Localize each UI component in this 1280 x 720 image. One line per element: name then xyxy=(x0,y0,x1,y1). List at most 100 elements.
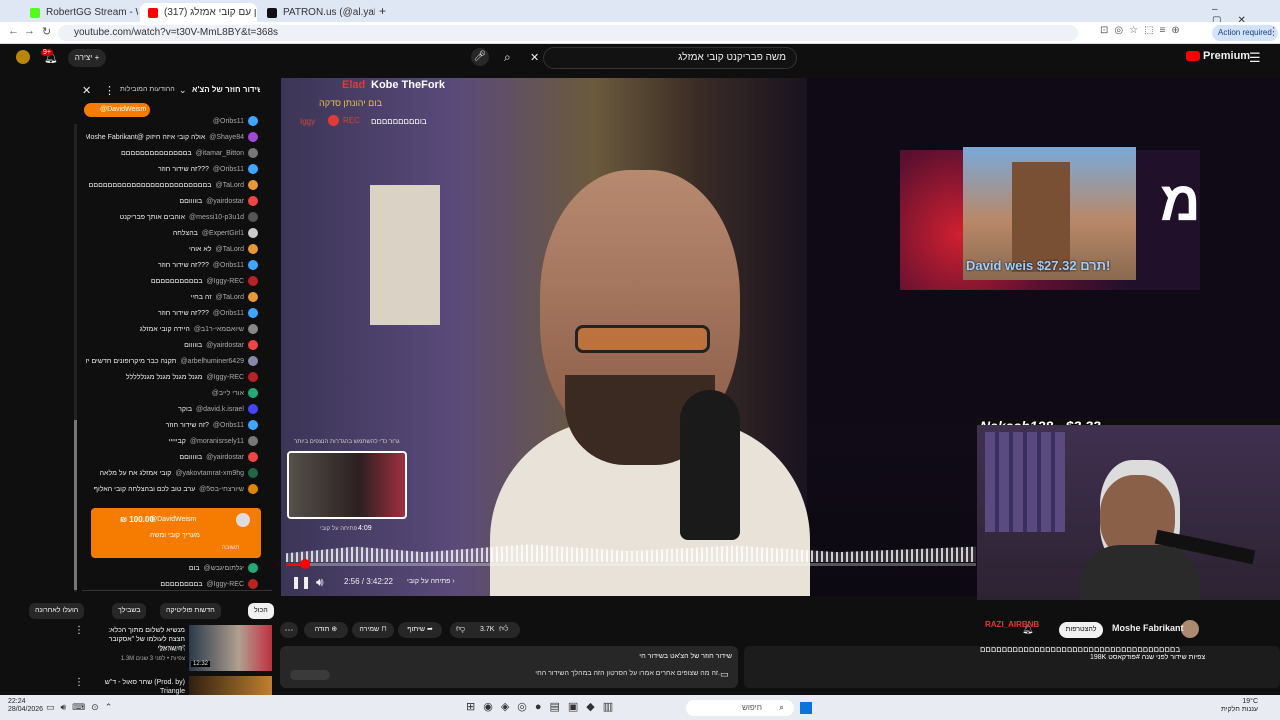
chat-message[interactable]: Moshe Fabrikant@ אולה קובי איזה חיזוק @Sh… xyxy=(86,132,258,142)
chat-username[interactable]: @TaLord xyxy=(215,294,244,301)
chat-username[interactable]: @TaLord xyxy=(215,182,244,189)
more-icon[interactable]: ⋮ xyxy=(74,677,84,688)
hamburger-icon[interactable]: ☰ xyxy=(1249,50,1261,66)
chat-message[interactable]: היידה קובי אמזלג @שיואםמאי-ר1ב xyxy=(86,324,258,334)
weather[interactable]: 19°C עננות חלקית xyxy=(1218,698,1258,714)
chat-message[interactable]: בםםםםםםםםםם @Iggy-REC xyxy=(86,276,258,286)
rec1-channel[interactable]: חדשות 13 xyxy=(90,647,185,653)
subscribe-button[interactable]: להצטרפות xyxy=(1059,622,1103,638)
search-input[interactable]: משה פבריקנט קובי אמזלג xyxy=(543,47,797,69)
browser-tab-active[interactable]: (317) הראיון עם קובי אמזלג✕ xyxy=(140,3,257,22)
chat-username[interactable]: @Oribs11 xyxy=(213,166,244,173)
filter-chip[interactable]: חדשות פוליטיקה xyxy=(160,603,221,619)
progress-scrubber[interactable] xyxy=(300,559,310,569)
chat-username[interactable]: @Oribs11 xyxy=(213,118,244,125)
chat-username[interactable]: @TaLord xyxy=(215,246,244,253)
chevron-down-icon[interactable]: ⌄ xyxy=(179,85,187,96)
search-icon[interactable]: ⌕ xyxy=(504,50,511,65)
tray-icons[interactable]: ▭🔊︎⌨⊙⌃ xyxy=(46,702,118,713)
chat-message[interactable]: בםםםםםםםםםםםםםם @itamar_Bitton xyxy=(86,148,258,158)
thanks-button[interactable]: תודה ⊕ xyxy=(304,622,348,638)
browser-tab[interactable]: RobertGG Stream - Watch Live✕ xyxy=(22,3,138,22)
chat-message[interactable]: בםםםםםםםםםםםםםםםםםםםםםםםםם @TaLord xyxy=(86,180,258,190)
chapter-title[interactable]: פתיחה על קובי › xyxy=(407,578,455,585)
youtube-logo-icon[interactable] xyxy=(1186,51,1200,61)
pinned-apps[interactable]: ⊞◉◈◎●▤▣◆▥ xyxy=(466,700,621,713)
pinned-user-badge[interactable]: @DavidWeism xyxy=(84,103,150,117)
like-icon[interactable]: 👍︎ xyxy=(499,623,508,634)
chat-username[interactable]: @שיואםמאי-ר1ב xyxy=(194,326,244,333)
chat-replay-pill[interactable] xyxy=(290,670,330,680)
chat-message[interactable]: בווווום @yairdostar xyxy=(86,340,258,350)
save-button[interactable]: שמירה ⊓ xyxy=(352,622,394,638)
chat-username[interactable]: @yairdostar xyxy=(206,454,244,461)
more-icon[interactable]: ⋮ xyxy=(74,625,84,636)
chat-message[interactable]: זה שידור חוזר? @Oribs11 xyxy=(86,420,258,430)
chat-mode[interactable]: ההודעות המובילות xyxy=(120,86,175,93)
chat-message[interactable]: @Oribs11 xyxy=(86,116,258,126)
more-icon[interactable]: ⋮ xyxy=(104,84,115,97)
rec2-title[interactable]: שחר סאול - ד"ש (Prod. by) Triangle xyxy=(90,678,185,696)
avatar[interactable] xyxy=(16,50,30,64)
chat-message[interactable]: קבייייי @moranisrsely11 xyxy=(86,436,258,446)
chat-message[interactable]: בהצלחה @ExpertGirl1 xyxy=(86,228,258,238)
url-field[interactable]: youtube.com/watch?v=t30V-MmL8BY&t=368s xyxy=(58,25,1078,41)
chat-username[interactable]: @yairdostar xyxy=(206,342,244,349)
chat-message[interactable]: @אורי לייב xyxy=(86,388,258,398)
extension-icons[interactable]: ⊡◎☆⬚≡⊕ xyxy=(1100,25,1186,36)
chat-username[interactable]: @Oribs11 xyxy=(213,310,244,317)
chat-username[interactable]: @Iggy-REC xyxy=(207,374,244,381)
chat-message[interactable]: זה שידור חוזר??? @Oribs11 xyxy=(86,308,258,318)
channel-name[interactable]: Moshe Fabrikant xyxy=(1112,623,1184,633)
chat-message[interactable]: תקנה כבר מיקרופונים חדשים יזנות @arbelhum… xyxy=(86,356,258,366)
chat-message[interactable]: אוהבים אותך פבריקנט @messi10-p3u1d xyxy=(86,212,258,222)
filter-chip[interactable]: הועלו לאחרונה xyxy=(29,603,85,619)
chat-message[interactable]: לא אוהי @TaLord xyxy=(86,244,258,254)
chat-message[interactable]: בום @יגלתוםיגבש xyxy=(86,563,258,573)
pause-icon[interactable]: ❚❚ xyxy=(291,575,311,589)
chat-message[interactable]: בוווווםם @yairdostar xyxy=(86,452,258,462)
chat-message[interactable]: זה בחיי @TaLord xyxy=(86,292,258,302)
chat-username[interactable]: @Oribs11 xyxy=(213,262,244,269)
dislike-icon[interactable]: 👎︎ xyxy=(456,623,465,634)
new-tab-button[interactable]: + xyxy=(379,4,386,18)
chat-message[interactable]: זה שידור חוזר??? @Oribs11 xyxy=(86,164,258,174)
rec2-thumbnail[interactable] xyxy=(189,676,272,695)
chat-message[interactable]: בםםםםםםםם @Iggy-REC xyxy=(86,579,258,589)
clear-search-icon[interactable]: ✕ xyxy=(530,51,539,64)
chat-scroll-thumb[interactable] xyxy=(74,420,77,590)
create-button[interactable]: יצירה + xyxy=(68,49,106,67)
chat-username[interactable]: @Iggy-REC xyxy=(207,278,244,285)
chat-username[interactable]: @itamar_Bitton xyxy=(196,150,244,157)
start-icon[interactable] xyxy=(800,702,812,714)
mic-icon[interactable]: 🎤︎ xyxy=(471,48,489,66)
browser-tab[interactable]: PATRON.us (@al.yahud) | Ti✕ xyxy=(259,3,375,22)
volume-icon[interactable]: 🔊︎ xyxy=(316,575,324,590)
chat-username[interactable]: @יגלתוםיגבש xyxy=(204,565,244,572)
forward-icon[interactable]: → xyxy=(24,25,35,37)
chat-username[interactable]: @אורי לייב xyxy=(212,390,244,397)
filter-chip[interactable]: בשבילך xyxy=(112,603,147,619)
chat-message[interactable]: בוקר @david.k.israel xyxy=(86,404,258,414)
chat-username[interactable]: @yakovtamrat-xm9hg xyxy=(175,470,244,477)
back-icon[interactable]: ← xyxy=(8,25,19,37)
chat-username[interactable]: @david.k.israel xyxy=(196,406,244,413)
channel-avatar[interactable] xyxy=(1181,620,1199,638)
chat-message[interactable]: בוווווםם @yairdostar xyxy=(86,196,258,206)
menu-icon[interactable]: ⋮ xyxy=(1268,25,1279,38)
chat-username[interactable]: @yairdostar xyxy=(206,198,244,205)
progress-bar[interactable] xyxy=(286,563,976,566)
chat-username[interactable]: @moranisrsely11 xyxy=(190,438,244,445)
share-button[interactable]: שיתוף ➦ xyxy=(398,622,442,638)
chat-message[interactable]: מגנל מגנל מגנל מגנללללל @Iggy-REC xyxy=(86,372,258,382)
taskbar-search[interactable]: חיפוש xyxy=(686,700,794,716)
superchat-reply[interactable]: תשובה xyxy=(222,545,239,551)
more-actions-icon[interactable]: ⋯ xyxy=(280,622,298,638)
chat-message[interactable]: ערב טוב לכם ובהצלחה קובי האלוף @שיורצחי-ב… xyxy=(86,484,258,494)
chat-message[interactable]: קובי אמזלג אח על מלאה @yakovtamrat-xm9hg xyxy=(86,468,258,478)
reload-icon[interactable]: ↻ xyxy=(42,25,51,38)
chat-username[interactable]: @Shaye84 xyxy=(209,134,244,141)
chat-message[interactable]: זה שידור חוזר??? @Oribs11 xyxy=(86,260,258,270)
chat-username[interactable]: @messi10-p3u1d xyxy=(189,214,244,221)
filter-chip[interactable]: הכול xyxy=(248,603,274,619)
